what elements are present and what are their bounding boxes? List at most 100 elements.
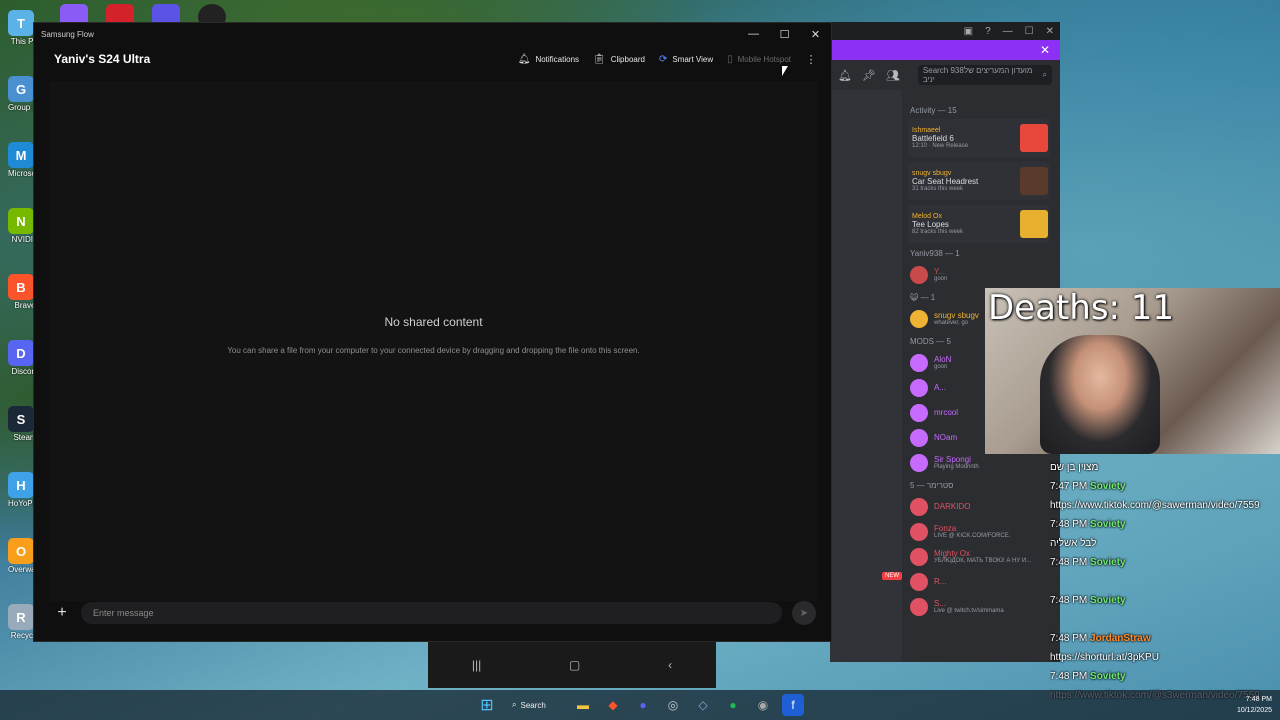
member-name: A... [934, 383, 947, 392]
close-button[interactable]: ✕ [800, 23, 831, 45]
avatar [910, 497, 928, 516]
member-info: A... [934, 383, 946, 392]
avatar [910, 597, 928, 616]
smart-view-button[interactable]: ⟳ Smart View [659, 54, 713, 65]
flow-titlebar: Samsung Flow — ☐ ✕ [34, 23, 831, 45]
shared-content-area[interactable]: No shared content You can share a file f… [49, 81, 818, 601]
home-icon[interactable]: ▢ [569, 658, 580, 672]
notifications-button[interactable]: 🔔︎ Notifications [518, 54, 579, 65]
desktop-shortcut[interactable]: OOverwatch [8, 538, 42, 574]
activity-text: snugv sbugv Car Seat Headrest 31 tracks th… [912, 170, 978, 192]
desktop-shortcut[interactable]: R Recycle [8, 604, 39, 640]
close-icon[interactable]: ✕ [1046, 26, 1054, 37]
desktop-shortcut[interactable]: S Steam [8, 406, 37, 442]
taskbar: ⊞ ⌕ Search ▬ ◆ ● ◎ ◇ ● ◉ f 7:48 PM 10/12… [0, 690, 1280, 720]
member-info: Fonza LIVE @ KICK.COM/FORCE. [934, 524, 1010, 539]
pc-icon: T [8, 10, 34, 36]
desktop-shortcut[interactable]: B Brave [8, 274, 36, 310]
member-row[interactable]: Y... goon [904, 262, 1054, 287]
chat-time: 7:48 PM [1050, 519, 1088, 530]
desktop-shortcut[interactable]: T This PC [8, 10, 39, 46]
desktop-shortcut[interactable]: MMicrosoft Edge [8, 142, 42, 178]
member-name: NOam [934, 433, 958, 442]
back-icon[interactable]: ‹ [668, 658, 672, 672]
samsung-flow-window: Samsung Flow — ☐ ✕ Yaniv's S24 Ultra 🔔︎ … [33, 22, 832, 642]
search-icon: ⌕ [1042, 70, 1047, 79]
brave-icon[interactable]: ◆ [602, 694, 624, 716]
media-app-icon[interactable]: ◉ [752, 694, 774, 716]
message-input[interactable] [81, 602, 782, 624]
clock-date: 10/12/2025 [1236, 707, 1272, 714]
taskbar-apps: ⊞ ⌕ Search ▬ ◆ ● ◎ ◇ ● ◉ f [476, 690, 804, 720]
app-icon[interactable]: ◇ [692, 694, 714, 716]
chat-user: Soviety [1090, 595, 1126, 606]
member-row[interactable]: Mighty Ox УБЛЮДОК, МАТЬ ТВОЮ! А НУ И... [904, 544, 1054, 569]
hoyoplay-icon: H [8, 472, 34, 498]
minimize-button[interactable]: — [738, 23, 769, 45]
member-info: mrcool [934, 408, 958, 417]
activity-thumbnail [1020, 124, 1048, 152]
discord-purple-banner: ✕ [830, 40, 1060, 60]
mobile-hotspot-button[interactable]: ▯ Mobile Hotspot [727, 54, 791, 65]
clipboard-button[interactable]: 📋︎ Clipboard [593, 54, 645, 65]
desktop-shortcut[interactable]: H HoYoPlay [8, 472, 42, 508]
chat-user: JordanStraw [1090, 633, 1151, 644]
start-icon[interactable]: ⊞ [476, 694, 498, 716]
activity-user: snugv sbugv [912, 170, 952, 177]
maximize-button[interactable]: ☐ [769, 23, 800, 45]
activity-card[interactable]: snugv sbugv Car Seat Headrest 31 tracks th… [908, 162, 1050, 200]
samsung-flow-icon[interactable]: f [782, 694, 804, 716]
member-status: whatever, go [934, 320, 969, 326]
pin-icon[interactable]: 📌︎ [862, 69, 876, 82]
member-row[interactable]: DARKIDO [904, 494, 1054, 519]
add-attachment-icon[interactable]: + [53, 604, 71, 622]
activity-header: Activity — 15 [910, 106, 957, 115]
activity-sub: 12:10 · New Release [912, 143, 969, 149]
member-row[interactable]: R... [904, 569, 1054, 594]
chat-time: 7:48 PM [1050, 557, 1088, 568]
member-row[interactable]: S... Live @ twitch.tv/simmama [904, 594, 1054, 619]
chat-user: Soviety [1090, 481, 1126, 492]
member-status: УБЛЮДОК, МАТЬ ТВОЮ! А НУ И... [934, 558, 1032, 564]
desktop-icon-strip: TThis PC GGroup Contr MMicrosoft Edge NNVID… [0, 0, 42, 690]
inbox-icon[interactable]: ▣ [964, 26, 973, 37]
webcam-person [1040, 335, 1160, 454]
chat-user: Soviety [1090, 519, 1126, 530]
recycle-bin-icon: R [8, 604, 34, 630]
avatar [910, 547, 928, 566]
window-title: Samsung Flow [41, 29, 94, 39]
members-icon[interactable]: 👥︎ [886, 69, 900, 82]
send-icon[interactable]: ➤ [792, 601, 816, 625]
help-icon[interactable]: ? [985, 26, 991, 37]
file-explorer-icon[interactable]: ▬ [572, 694, 594, 716]
desktop-shortcut[interactable]: D Discord [8, 340, 39, 376]
avatar [910, 353, 928, 372]
chat-message: לבל אשליה [1050, 534, 1280, 553]
recents-icon[interactable]: ||| [472, 658, 481, 672]
chat-message: https://shorturl.at/3pKPU [1050, 648, 1280, 667]
activity-card[interactable]: Melod Ox Tee Lopes 82 tracks this week [908, 205, 1050, 243]
desktop-shortcut[interactable]: N NVIDIA [8, 208, 38, 244]
discord-search-input[interactable]: Search 938מועדון המעריצים של יניב ⌕ [917, 65, 1052, 85]
clock-time: 7:48 PM [1245, 696, 1272, 703]
member-info: Y... goon [934, 267, 947, 282]
minimize-icon[interactable]: — [1003, 26, 1013, 37]
close-banner-icon[interactable]: ✕ [1040, 43, 1050, 57]
chrome-icon[interactable]: ◎ [662, 694, 684, 716]
desktop-shortcut[interactable]: GGroup Contr [8, 76, 42, 112]
system-clock[interactable]: 7:48 PM 10/12/2025 [1237, 694, 1272, 716]
more-options-icon[interactable]: ⋮ [805, 53, 817, 66]
taskbar-search[interactable]: ⌕ Search [506, 694, 564, 716]
spotify-icon[interactable]: ● [722, 694, 744, 716]
chat-text: לבל אשליה [1050, 538, 1097, 549]
bell-icon: 🔔︎ [517, 53, 531, 65]
member-row[interactable]: Fonza LIVE @ KICK.COM/FORCE. [904, 519, 1054, 544]
avatar [910, 403, 928, 422]
device-name: Yaniv's S24 Ultra [54, 52, 151, 66]
activity-card[interactable]: Ishmaeel Battlefield 6 12:10 · New Release [908, 119, 1050, 157]
chat-time: 7:48 PM [1050, 595, 1088, 606]
bell-icon[interactable]: 🔔︎ [838, 69, 852, 82]
maximize-icon[interactable]: ☐ [1025, 26, 1034, 37]
discord-icon[interactable]: ● [632, 694, 654, 716]
chat-message: מצוין בן שם [1050, 458, 1280, 477]
